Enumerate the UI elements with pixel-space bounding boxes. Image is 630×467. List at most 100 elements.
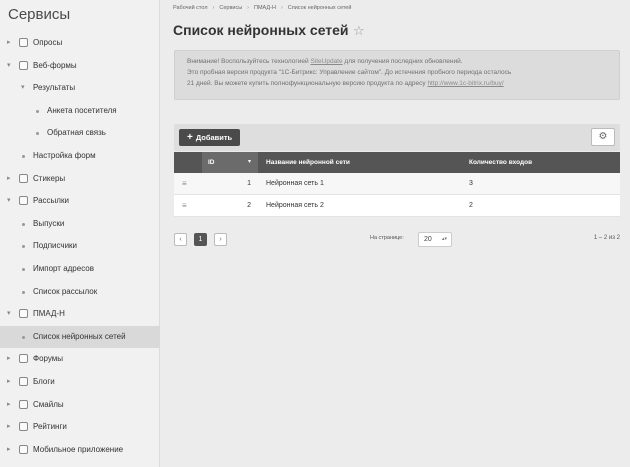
sidebar-item-label: Мобильное приложение bbox=[33, 444, 124, 454]
bullet-icon bbox=[36, 132, 39, 136]
cell-name: Нейронная сеть 2 bbox=[266, 202, 324, 209]
current-page-button[interactable]: 1 bbox=[194, 233, 207, 246]
pagination: ‹ 1 › На странице: 20 ▴▾ 1 – 2 из 2 bbox=[174, 231, 620, 249]
sidebar-item[interactable]: ▸ Форумы bbox=[0, 348, 160, 371]
breadcrumb: Рабочий стол › Сервисы › ПМАД-Н › Список нейро… bbox=[173, 5, 351, 11]
next-page-button[interactable]: › bbox=[214, 233, 227, 246]
breadcrumb-item-current: Список нейронных сетей bbox=[287, 5, 352, 11]
sidebar-item[interactable]: ▸ Рейтинги bbox=[0, 416, 160, 439]
records-count: 1 – 2 из 2 bbox=[593, 235, 620, 241]
section-icon bbox=[19, 309, 28, 319]
bullet-icon bbox=[22, 222, 25, 226]
chevron-down-icon[interactable]: ▾ bbox=[7, 303, 11, 326]
siteupdate-link[interactable]: SiteUpdate bbox=[310, 58, 342, 65]
sidebar-item[interactable]: ▾ Веб-формы bbox=[0, 55, 160, 78]
sidebar-item-label: Выпуски bbox=[33, 218, 65, 228]
section-icon bbox=[19, 354, 28, 364]
sidebar-item[interactable]: ▸ Блоги bbox=[0, 371, 160, 394]
section-icon bbox=[19, 196, 28, 206]
add-button-label: Добавить bbox=[195, 133, 233, 142]
sidebar-item-label: Подписчики bbox=[33, 241, 78, 251]
chevron-right-icon[interactable]: ▸ bbox=[7, 371, 11, 394]
trial-notice: Внимание! Воспользуйтесь технологией Sit… bbox=[174, 50, 620, 100]
sidebar-item-label: Настройка форм bbox=[33, 150, 96, 160]
sidebar-item-label: Обратная связь bbox=[47, 128, 106, 138]
sidebar-item-label: Стикеры bbox=[33, 173, 66, 183]
section-icon bbox=[19, 173, 28, 183]
table-row[interactable]: ≡ 2 Нейронная сеть 2 2 bbox=[174, 195, 620, 217]
chevron-right-icon[interactable]: ▸ bbox=[7, 394, 11, 417]
bullet-icon bbox=[22, 154, 25, 158]
sidebar-item-label: Веб-формы bbox=[33, 60, 77, 70]
breadcrumb-separator: › bbox=[247, 5, 250, 11]
sidebar-item[interactable]: Подписчики bbox=[0, 235, 160, 258]
page-title: Список нейронных сетей bbox=[173, 22, 349, 38]
sidebar-item[interactable]: Список нейронных сетей bbox=[0, 325, 160, 349]
favorite-star-icon[interactable]: ☆ bbox=[353, 23, 365, 39]
notice-text: Внимание! Воспользуйтесь технологией bbox=[187, 58, 311, 65]
sidebar-item[interactable]: Настройка форм bbox=[0, 145, 160, 168]
sidebar-item[interactable]: ▸ Опросы bbox=[0, 32, 160, 55]
sidebar-item-label: Рассылки bbox=[33, 196, 69, 206]
sidebar-item[interactable]: Список рассылок bbox=[0, 281, 160, 304]
prev-page-button[interactable]: ‹ bbox=[174, 233, 187, 246]
chevron-down-icon[interactable]: ▾ bbox=[21, 77, 25, 100]
chevron-right-icon[interactable]: ▸ bbox=[7, 439, 11, 462]
column-header-id[interactable]: ID bbox=[208, 152, 215, 173]
sidebar-item-label: Анкета посетителя bbox=[47, 105, 117, 115]
notice-line-3: 21 дней. Вы можете купить полнофункциона… bbox=[187, 78, 607, 89]
sidebar-item[interactable]: Анкета посетителя bbox=[0, 100, 160, 123]
bullet-icon bbox=[22, 290, 25, 294]
sidebar-item[interactable]: ▸ Смайлы bbox=[0, 394, 160, 417]
sidebar-item-label: ПМАД-Н bbox=[33, 309, 65, 319]
grid-toolbar: + Добавить ⚙ bbox=[174, 124, 620, 151]
sidebar-item[interactable]: ▾ ПМАД-Н bbox=[0, 303, 160, 326]
grid-header: ID ▾ Название нейронной сети Количество … bbox=[174, 152, 620, 173]
chevron-right-icon[interactable]: ▸ bbox=[7, 348, 11, 371]
row-actions-menu-icon[interactable]: ≡ bbox=[182, 173, 187, 194]
chevron-down-icon[interactable]: ▾ bbox=[7, 55, 11, 78]
cell-inputs: 2 bbox=[469, 202, 473, 209]
sidebar-item-label: Форумы bbox=[33, 354, 64, 364]
sidebar-item[interactable]: Обратная связь bbox=[0, 122, 160, 145]
chevron-right-icon[interactable]: ▸ bbox=[7, 168, 11, 191]
section-icon bbox=[19, 376, 28, 386]
notice-text: 21 дней. Вы можете купить полнофункциона… bbox=[187, 80, 428, 87]
breadcrumb-item-desktop[interactable]: Рабочий стол bbox=[173, 5, 208, 11]
settings-button[interactable]: ⚙ bbox=[591, 128, 615, 146]
breadcrumb-item-services[interactable]: Сервисы bbox=[219, 5, 242, 11]
breadcrumb-item-pmad[interactable]: ПМАД-Н bbox=[254, 5, 276, 11]
section-icon bbox=[19, 60, 28, 70]
sidebar-title: Сервисы bbox=[8, 6, 71, 23]
sidebar-item[interactable]: Импорт адресов bbox=[0, 258, 160, 281]
sidebar-item-label: Список рассылок bbox=[33, 286, 98, 296]
per-page-select[interactable]: 20 ▴▾ bbox=[418, 232, 452, 247]
buy-link[interactable]: http://www.1c-bitrix.ru/buy/ bbox=[427, 80, 503, 87]
row-actions-menu-icon[interactable]: ≡ bbox=[182, 195, 187, 216]
sidebar-item[interactable]: ▾ Рассылки bbox=[0, 190, 160, 213]
chevron-down-icon[interactable]: ▾ bbox=[7, 190, 11, 213]
sidebar-item-label: Опросы bbox=[33, 38, 63, 47]
sidebar-item-label: Импорт адресов bbox=[33, 263, 94, 273]
chevron-updown-icon: ▴▾ bbox=[441, 236, 447, 242]
section-icon bbox=[19, 38, 28, 47]
column-header-inputs[interactable]: Количество входов bbox=[469, 152, 532, 173]
chevron-right-icon[interactable]: ▸ bbox=[7, 416, 11, 439]
bullet-icon bbox=[22, 267, 25, 271]
bullet-icon bbox=[22, 245, 25, 249]
sidebar-item[interactable]: ▸ Мобильное приложение bbox=[0, 439, 160, 462]
notice-line-1: Внимание! Воспользуйтесь технологией Sit… bbox=[187, 56, 607, 67]
chevron-right-icon[interactable]: ▸ bbox=[7, 32, 11, 55]
sidebar-item[interactable]: ▾ Результаты bbox=[0, 77, 160, 100]
sort-descending-icon[interactable]: ▾ bbox=[248, 152, 251, 173]
table-row[interactable]: ≡ 1 Нейронная сеть 1 3 bbox=[174, 173, 620, 195]
section-icon bbox=[19, 422, 28, 432]
add-button[interactable]: + Добавить bbox=[179, 129, 241, 146]
per-page-value: 20 bbox=[424, 236, 432, 243]
cell-name: Нейронная сеть 1 bbox=[266, 180, 324, 187]
sidebar-item[interactable]: Выпуски bbox=[0, 213, 160, 236]
column-header-name[interactable]: Название нейронной сети bbox=[266, 152, 350, 173]
sidebar: Сервисы ▸ Опросы ▾ Веб-формы ▾ Результаты Анке… bbox=[0, 0, 160, 467]
main-content: Рабочий стол › Сервисы › ПМАД-Н › Список нейро… bbox=[160, 0, 630, 467]
sidebar-item[interactable]: ▸ Стикеры bbox=[0, 168, 160, 191]
